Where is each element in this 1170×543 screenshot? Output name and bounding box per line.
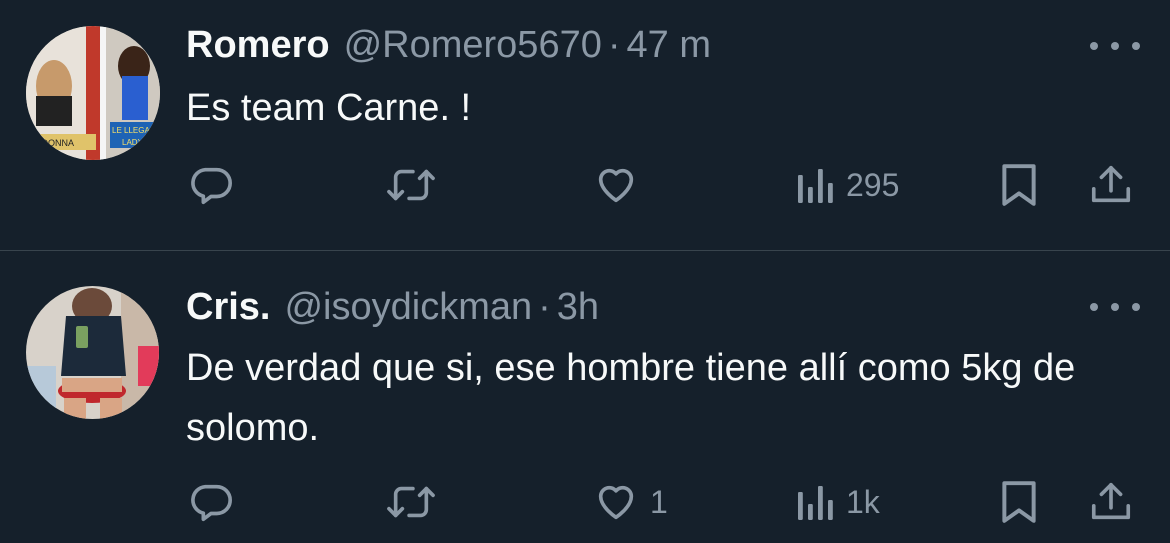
display-name[interactable]: Romero xyxy=(186,24,330,67)
heart-icon xyxy=(598,485,634,520)
avatar-text: MADONNA xyxy=(28,138,74,148)
user-handle[interactable]: @Romero5670 xyxy=(344,24,602,67)
reply-icon xyxy=(191,167,232,205)
retweet-icon xyxy=(387,486,435,518)
timestamp[interactable]: 47 m xyxy=(627,24,711,67)
view-count: 1k xyxy=(846,483,880,520)
avatar-text: LADY xyxy=(122,138,144,147)
bookmark-button[interactable] xyxy=(997,477,1041,527)
tweet[interactable]: Cris. @isoydickman · 3h De verdad que si… xyxy=(0,251,1170,543)
like-count: 1 xyxy=(650,483,668,520)
bookmark-icon xyxy=(1002,164,1036,206)
views-button[interactable]: 1k xyxy=(796,477,880,527)
reply-button[interactable] xyxy=(188,477,234,527)
avatar-image: MADONNA LE LLEGA LADY xyxy=(26,26,160,160)
share-icon xyxy=(1091,165,1131,203)
tweet-text: De verdad que si, ese hombre tiene allí … xyxy=(186,347,1076,449)
views-icon xyxy=(798,486,833,520)
share-icon xyxy=(1091,482,1131,520)
separator: · xyxy=(538,286,551,328)
like-button[interactable] xyxy=(592,160,650,210)
bookmark-button[interactable] xyxy=(997,160,1041,210)
tweet[interactable]: MADONNA LE LLEGA LADY Romero @Romero5670… xyxy=(0,0,1170,250)
display-name[interactable]: Cris. xyxy=(186,286,270,329)
heart-icon xyxy=(598,168,634,203)
more-icon[interactable] xyxy=(1090,36,1140,56)
more-icon[interactable] xyxy=(1090,297,1140,317)
view-count: 295 xyxy=(846,166,900,203)
like-button[interactable]: 1 xyxy=(592,477,668,527)
share-button[interactable] xyxy=(1088,160,1134,210)
tweet-header: Cris. @isoydickman · 3h xyxy=(186,286,599,330)
views-icon xyxy=(798,169,833,203)
action-bar: 1 1k xyxy=(0,477,1170,527)
retweet-button[interactable] xyxy=(385,160,437,210)
avatar[interactable]: MADONNA LE LLEGA LADY xyxy=(26,26,160,160)
timeline: MADONNA LE LLEGA LADY Romero @Romero5670… xyxy=(0,0,1170,543)
avatar-image xyxy=(26,286,159,419)
timestamp[interactable]: 3h xyxy=(557,286,599,329)
views-button[interactable]: 295 xyxy=(796,160,899,210)
tweet-header: Romero @Romero5670 · 47 m xyxy=(186,24,711,68)
retweet-button[interactable] xyxy=(385,477,437,527)
avatar-text: LE LLEGA xyxy=(112,126,150,135)
user-handle[interactable]: @isoydickman xyxy=(284,286,532,329)
separator: · xyxy=(607,24,621,66)
reply-icon xyxy=(191,484,232,522)
reply-button[interactable] xyxy=(188,160,234,210)
share-button[interactable] xyxy=(1088,477,1134,527)
action-bar: 295 xyxy=(0,160,1170,210)
retweet-icon xyxy=(387,169,435,201)
avatar[interactable] xyxy=(26,286,159,419)
bookmark-icon xyxy=(1002,481,1036,523)
tweet-text: Es team Carne. ! xyxy=(186,87,472,129)
